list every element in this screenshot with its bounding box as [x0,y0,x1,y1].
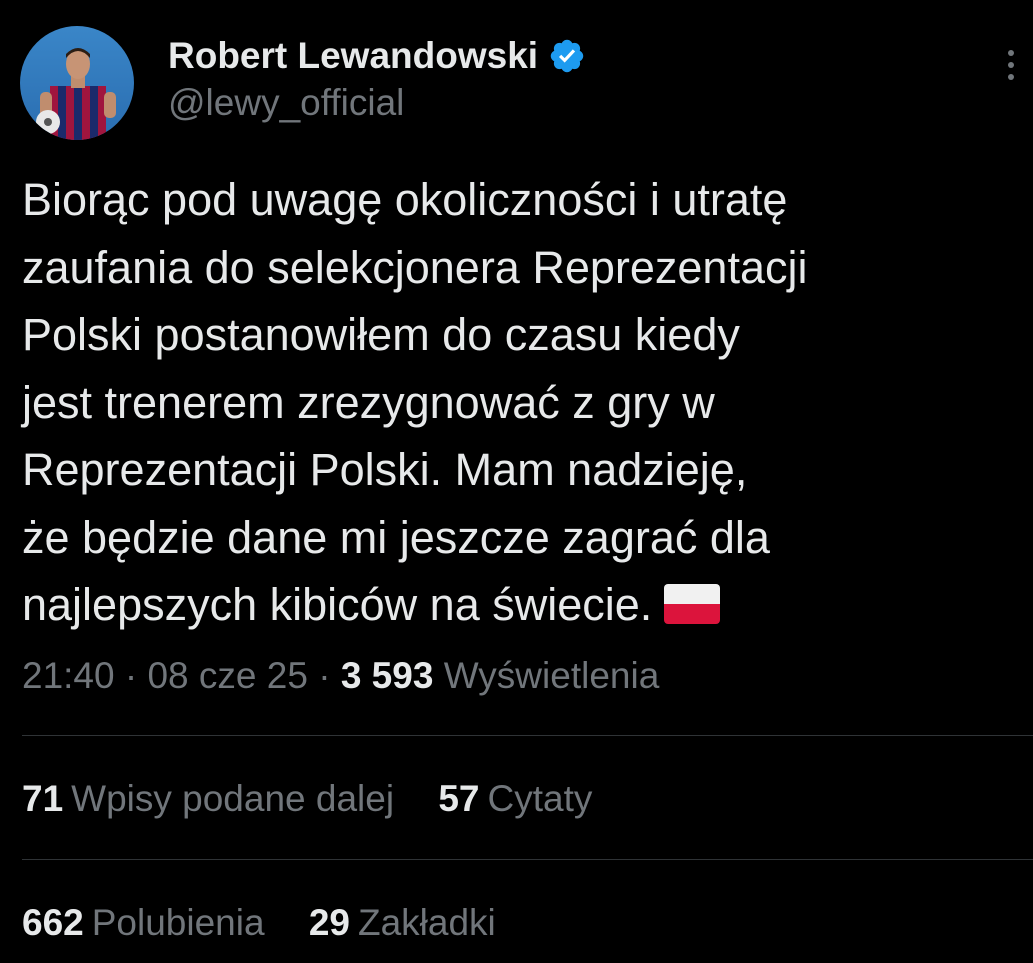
bookmarks-label: Zakładki [357,902,496,943]
poland-flag-icon [664,584,721,624]
tweet-line-text: najlepszych kibiców na świecie. [22,579,653,630]
reposts-count: 71 [22,778,64,819]
avatar[interactable] [20,26,134,140]
stats-row-likes: 662 Polubienia 29 Zakładki [22,902,530,944]
name-row: Robert Lewandowski [168,34,586,78]
stats-row-reposts: 71 Wpisy podane dalej 57 Cytaty [22,778,626,820]
quotes-stat[interactable]: 57 Cytaty [438,778,592,820]
tweet-meta: 21:40 · 08 cze 25 · 3 593 Wyświetlenia [22,655,659,697]
tweet-line-last: najlepszych kibiców na świecie. [22,571,1012,639]
quotes-count: 57 [438,778,480,819]
bookmarks-stat[interactable]: 29 Zakładki [309,902,496,944]
divider [22,859,1033,860]
meta-separator: · [318,655,331,696]
divider [22,735,1033,736]
tweet-time[interactable]: 21:40 [22,655,115,696]
more-vertical-icon[interactable] [1003,50,1019,90]
likes-label: Polubienia [91,902,265,943]
reposts-stat[interactable]: 71 Wpisy podane dalej [22,778,394,820]
views-count: 3 593 [340,655,434,696]
tweet-line: Polski postanowiłem do czasu kiedy [22,309,740,360]
more-dot [1008,74,1014,80]
handle[interactable]: @lewy_official [168,82,586,124]
meta-separator: · [124,655,138,696]
reposts-label: Wpisy podane dalej [71,778,395,819]
more-dot [1008,50,1014,56]
bookmarks-count: 29 [308,902,350,943]
verified-badge-icon[interactable] [548,37,586,75]
tweet-line: Reprezentacji Polski. Mam nadzieję, [22,444,748,495]
likes-stat[interactable]: 662 Polubienia [22,902,265,944]
author-info: Robert Lewandowski @lewy_official [168,34,586,124]
views-label: Wyświetlenia [443,655,660,696]
likes-count: 662 [22,902,84,943]
tweet-date[interactable]: 08 cze 25 [147,655,307,696]
tweet-detail: Robert Lewandowski @lewy_official Biorąc… [0,0,1033,963]
display-name[interactable]: Robert Lewandowski [168,35,538,77]
avatar-image [20,26,134,140]
tweet-text: Biorąc pod uwagę okoliczności i utratę z… [22,166,1012,639]
more-dot [1008,62,1014,68]
tweet-line: zaufania do selekcjonera Reprezentacji [22,241,808,293]
tweet-line: jest trenerem zrezygnować z gry w [22,376,715,428]
tweet-line: Biorąc pod uwagę okoliczności i utratę [22,174,788,225]
tweet-line: że będzie dane mi jeszcze zagrać dla [22,511,770,563]
quotes-label: Cytaty [487,778,593,819]
